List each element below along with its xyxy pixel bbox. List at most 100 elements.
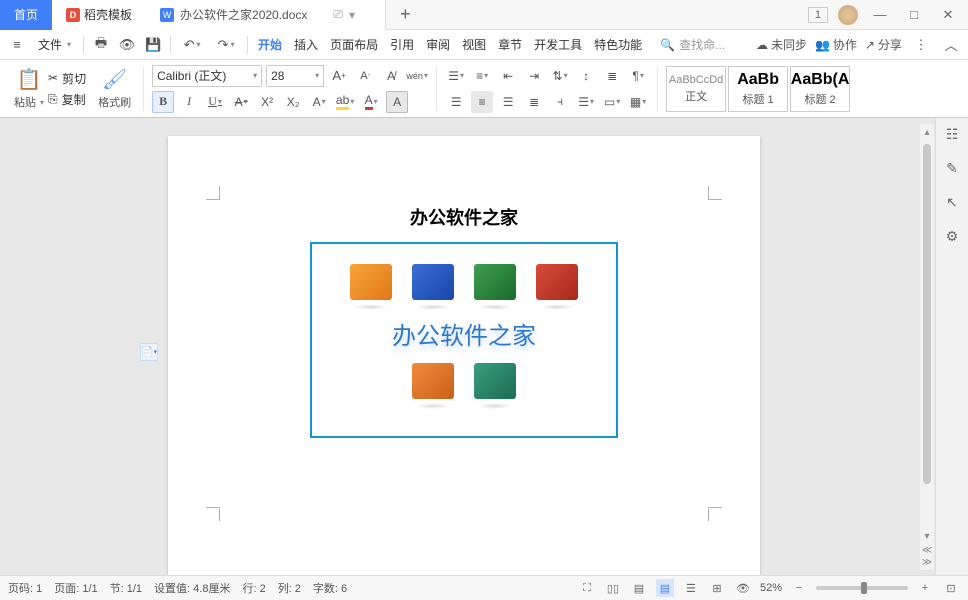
unsync-button[interactable]: ☁ 未同步 — [756, 36, 807, 53]
search-box[interactable]: 🔍 查找命... — [652, 34, 733, 55]
scroll-up-icon[interactable]: ▴ — [921, 126, 933, 138]
user-avatar[interactable] — [838, 5, 858, 25]
window-page-indicator[interactable]: 1 — [808, 7, 828, 23]
highlight-button[interactable]: ab▾ — [334, 91, 356, 113]
collab-button[interactable]: 👥 协作 — [815, 36, 857, 53]
bold-button[interactable]: B — [152, 91, 174, 113]
underline-button[interactable]: U▾ — [204, 91, 226, 113]
zoom-out-button[interactable]: − — [790, 579, 808, 597]
selected-image[interactable]: 办公软件之家 — [310, 242, 618, 438]
increase-font-icon[interactable]: A+ — [328, 65, 350, 87]
show-marks-button[interactable]: ¶▾ — [627, 65, 649, 87]
strikethrough-button[interactable]: A▾ — [230, 91, 252, 113]
reading-view-icon[interactable]: ▯▯ — [604, 579, 622, 597]
increase-indent-button[interactable]: ⇥ — [523, 65, 545, 87]
status-col[interactable]: 列: 2 — [278, 580, 301, 596]
share-button[interactable]: ↗ 分享 — [865, 36, 902, 53]
settings-slider-icon[interactable]: ⚙ — [942, 226, 962, 246]
format-painter-button[interactable]: 🖌 格式刷 — [94, 65, 135, 112]
tab-home[interactable]: 首页 — [0, 0, 52, 30]
pointer-icon[interactable]: ↖ — [942, 192, 962, 212]
style-heading1[interactable]: AaBb 标题 1 — [728, 66, 788, 112]
border-button[interactable]: ▦▾ — [627, 91, 649, 113]
section-nav-icon[interactable]: ⊞ — [708, 579, 726, 597]
font-color-button[interactable]: A▾ — [360, 91, 382, 113]
phonetic-guide-icon[interactable]: wén▾ — [406, 65, 428, 87]
file-menu[interactable]: 文件 ▾ — [32, 33, 77, 56]
save-icon[interactable]: 💾 — [142, 34, 164, 56]
tab-more-icon[interactable]: ▾ — [349, 8, 355, 22]
undo-button[interactable]: ↶▾ — [177, 34, 207, 56]
tab-start[interactable]: 开始 — [254, 33, 286, 56]
text-direction-button[interactable]: ⇅▾ — [549, 65, 571, 87]
paste-button[interactable]: 📋 粘贴▾ — [10, 65, 48, 112]
print-preview-icon[interactable]: 👁 — [116, 34, 138, 56]
shading-button[interactable]: ▭▾ — [601, 91, 623, 113]
collapse-ribbon-icon[interactable]: ︿ — [940, 34, 962, 56]
zoom-value[interactable]: 52% — [760, 582, 782, 594]
tab-layout[interactable]: 页面布局 — [326, 33, 382, 56]
style-body[interactable]: AaBbCcDd 正文 — [666, 66, 726, 112]
sort-button[interactable]: ↕ — [575, 65, 597, 87]
decrease-indent-button[interactable]: ⇤ — [497, 65, 519, 87]
spacing-button[interactable]: ≣ — [601, 65, 623, 87]
status-section[interactable]: 节: 1/1 — [110, 580, 142, 596]
fit-page-icon[interactable]: ⊡ — [942, 579, 960, 597]
new-tab-button[interactable]: + — [386, 4, 425, 25]
status-page-no[interactable]: 页码: 1 — [8, 580, 42, 596]
status-line[interactable]: 行: 2 — [242, 580, 265, 596]
toolbox-icon[interactable]: ☷ — [942, 124, 962, 144]
fullscreen-icon[interactable]: ⛶ — [578, 579, 596, 597]
font-family-select[interactable]: Calibri (正文) ▾ — [152, 65, 262, 87]
tab-view[interactable]: 视图 — [458, 33, 490, 56]
close-button[interactable]: ✕ — [936, 3, 960, 27]
subscript-button[interactable]: X₂ — [282, 91, 304, 113]
web-layout-icon[interactable]: ▤ — [630, 579, 648, 597]
tab-references[interactable]: 引用 — [386, 33, 418, 56]
print-icon[interactable]: 🖶 — [90, 34, 112, 56]
align-right-button[interactable]: ☰ — [497, 91, 519, 113]
more-menu-icon[interactable]: ⋮ — [910, 34, 932, 56]
outline-view-icon[interactable]: ☰ — [682, 579, 700, 597]
cut-button[interactable]: ✂ 剪切 — [48, 70, 86, 87]
line-spacing-button[interactable]: ☰▾ — [575, 91, 597, 113]
zoom-thumb[interactable] — [861, 582, 867, 594]
align-left-button[interactable]: ☰ — [445, 91, 467, 113]
tab-developer[interactable]: 开发工具 — [530, 33, 586, 56]
hamburger-menu-icon[interactable]: ≡ — [6, 34, 28, 56]
copy-button[interactable]: ⎘ 复制 — [48, 91, 86, 108]
align-center-button[interactable]: ≡ — [471, 91, 493, 113]
character-shading-button[interactable]: A — [386, 91, 408, 113]
next-page-icon[interactable]: ≫ — [921, 556, 933, 568]
prev-page-icon[interactable]: ≪ — [921, 544, 933, 556]
distribute-button[interactable]: ⫞ — [549, 91, 571, 113]
page-options-icon[interactable]: 📄▾ — [140, 343, 158, 361]
decrease-font-icon[interactable]: A- — [354, 65, 376, 87]
status-position[interactable]: 设置值: 4.8厘米 — [154, 580, 230, 596]
scroll-thumb[interactable] — [923, 144, 931, 484]
tab-daoke-templates[interactable]: D 稻壳模板 — [52, 0, 146, 30]
font-size-select[interactable]: 28 ▾ — [266, 65, 324, 87]
zoom-slider[interactable] — [816, 586, 908, 590]
number-list-button[interactable]: ≡▾ — [471, 65, 493, 87]
style-heading2[interactable]: AaBb(A 标题 2 — [790, 66, 850, 112]
tab-chapter[interactable]: 章节 — [494, 33, 526, 56]
document-heading[interactable]: 办公软件之家 — [168, 204, 760, 230]
document-viewport[interactable]: 📄▾ 办公软件之家 办公软件之家 — [0, 118, 935, 575]
text-effects-button[interactable]: A▾ — [308, 91, 330, 113]
zoom-in-button[interactable]: + — [916, 579, 934, 597]
clear-format-icon[interactable]: A̸ — [380, 65, 402, 87]
scroll-down-icon[interactable]: ▾ — [921, 530, 933, 542]
status-chars[interactable]: 字数: 6 — [313, 580, 347, 596]
document-page[interactable]: 办公软件之家 办公软件之家 — [168, 136, 760, 575]
tab-document[interactable]: W 办公软件之家2020.docx ⎚ ▾ — [146, 0, 386, 30]
tab-review[interactable]: 审阅 — [422, 33, 454, 56]
status-page[interactable]: 页面: 1/1 — [54, 580, 97, 596]
redo-button[interactable]: ↷▾ — [211, 34, 241, 56]
pen-icon[interactable]: ✎ — [942, 158, 962, 178]
italic-button[interactable]: I — [178, 91, 200, 113]
tab-special[interactable]: 特色功能 — [590, 33, 646, 56]
minimize-button[interactable]: — — [868, 3, 892, 27]
maximize-button[interactable]: □ — [902, 3, 926, 27]
presentation-mode-icon[interactable]: ⎚ — [333, 7, 343, 22]
